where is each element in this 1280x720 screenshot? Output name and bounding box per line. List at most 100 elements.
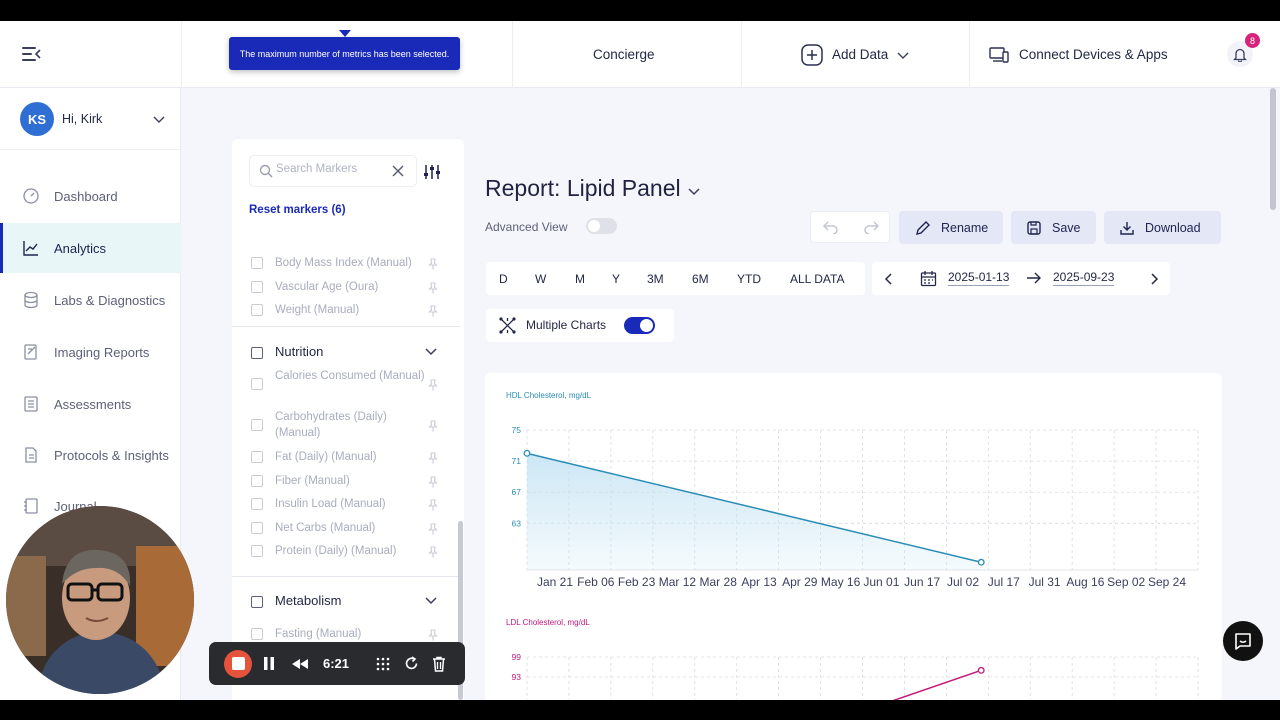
imaging-report-icon [24,344,37,360]
multiple-charts-toggle[interactable] [624,317,655,334]
group-checkbox[interactable] [251,596,263,608]
filter-sliders-icon[interactable] [423,163,441,181]
sidebar-item-label: Protocols & Insights [54,447,169,463]
start-date-field[interactable]: 2025-01-13 [948,270,1010,286]
marker-label: Carbohydrates (Daily) (Manual) [275,411,387,439]
plus-square-icon [801,43,823,66]
pin-icon[interactable] [427,378,439,391]
concierge-link[interactable]: Concierge [593,21,655,88]
download-button[interactable]: Download [1104,211,1221,244]
marker-search-input[interactable] [276,163,386,175]
advanced-view-toggle[interactable] [586,218,617,234]
restart-button[interactable] [401,642,421,685]
pin-icon[interactable] [427,419,439,432]
undo-button[interactable] [811,212,851,242]
chevron-right-icon[interactable] [1149,273,1159,285]
sidebar-item-protocols[interactable]: Protocols & Insights [0,430,181,480]
pin-icon[interactable] [427,304,439,317]
report-title-dropdown[interactable]: Report: Lipid Panel [485,175,701,202]
marker-label: Calories Consumed (Manual) [275,370,425,382]
hdl-x-tick-label: Jul 31 [1029,575,1061,589]
search-icon [259,164,273,178]
pin-icon[interactable] [427,475,439,488]
range-6m-button[interactable]: 6M [692,262,709,295]
marker-checkbox[interactable] [251,475,263,487]
collapse-menu-icon[interactable] [20,45,42,63]
reset-markers-link[interactable]: Reset markers (6) [249,204,346,216]
marker-checkbox[interactable] [251,257,263,269]
connect-devices-link[interactable]: Connect Devices & Apps [989,21,1168,88]
marker-checkbox[interactable] [251,451,263,463]
pin-icon[interactable] [427,628,439,641]
calendar-icon[interactable] [920,270,937,287]
pin-icon[interactable] [427,281,439,294]
marker-checkbox[interactable] [251,498,263,510]
add-data-menu[interactable]: Add Data [801,21,910,88]
range-m-button[interactable]: M [575,262,585,295]
range-y-button[interactable]: Y [612,262,620,295]
pause-button[interactable] [259,642,279,685]
hdl-x-tick-label: Jul 17 [988,575,1020,589]
max-metrics-toast: The maximum number of metrics has been s… [229,37,460,70]
notification-count-badge: 8 [1245,33,1260,48]
sidebar-item-analytics[interactable]: Analytics [0,223,181,273]
range-label: 3M [647,271,664,286]
chevron-left-icon[interactable] [884,273,894,285]
pin-icon[interactable] [427,545,439,558]
rename-button[interactable]: Rename [899,211,1003,244]
stop-recording-button[interactable] [223,642,253,685]
scatter-network-icon [499,317,516,334]
marker-checkbox[interactable] [251,281,263,293]
hdl-x-tick-label: Apr 13 [741,575,777,589]
range-d-button[interactable]: D [499,262,508,295]
pin-icon[interactable] [427,522,439,535]
pin-icon[interactable] [427,257,439,270]
analytics-chart-icon [23,241,38,256]
range-all-data-button[interactable]: ALL DATA [790,262,844,295]
range-w-button[interactable]: W [535,262,546,295]
sidebar-item-assessments[interactable]: Assessments [0,379,181,429]
redo-icon [864,221,880,234]
group-label: Metabolism [275,593,342,608]
user-menu[interactable]: KS Hi, Kirk [0,88,181,150]
hdl-y-tick-label: 71 [512,456,522,466]
range-ytd-button[interactable]: YTD [737,262,761,295]
marker-checkbox[interactable] [251,545,263,557]
marker-group-header[interactable]: Metabolism [232,590,460,614]
sidebar-item-labs[interactable]: Labs & Diagnostics [0,275,181,325]
pin-icon[interactable] [427,451,439,464]
hdl-chart-title: HDL Cholesterol, mg/dL [506,391,592,400]
save-label: Save [1052,220,1081,235]
concierge-label: Concierge [593,47,655,62]
assessment-list-icon [24,396,38,412]
sidebar-item-label: Labs & Diagnostics [54,292,166,308]
sidebar-item-imaging[interactable]: Imaging Reports [0,327,181,377]
delete-recording-button[interactable] [429,642,449,685]
chevron-down-icon[interactable] [424,346,438,356]
marker-checkbox[interactable] [251,419,263,431]
group-checkbox[interactable] [251,347,263,359]
sidebar-item-dashboard[interactable]: Dashboard [0,171,181,221]
chevron-down-icon [153,116,165,123]
chat-support-button[interactable] [1223,621,1263,661]
ldl-y-tick-label: 93 [512,672,522,682]
chevron-down-icon[interactable] [424,595,438,605]
marker-checkbox[interactable] [251,378,263,390]
end-date-field[interactable]: 2025-09-23 [1053,270,1115,286]
pin-icon[interactable] [427,498,439,511]
markers-panel: Reset markers (6) Body Mass Index (Manua… [232,139,464,700]
marker-label: Insulin Load (Manual) [275,498,386,510]
marker-checkbox[interactable] [251,304,263,316]
save-button[interactable]: Save [1011,211,1096,244]
rewind-button[interactable] [288,642,312,685]
marker-checkbox[interactable] [251,522,263,534]
clear-search-icon[interactable] [392,165,404,177]
redo-button[interactable] [851,212,891,242]
marker-checkbox[interactable] [251,628,263,640]
webcam-overlay [6,506,194,694]
grid-button[interactable] [373,642,393,685]
marker-group-header[interactable]: Nutrition [232,341,460,365]
range-3m-button[interactable]: 3M [647,262,664,295]
undo-icon [822,221,838,234]
page-scrollbar[interactable] [1270,88,1276,210]
